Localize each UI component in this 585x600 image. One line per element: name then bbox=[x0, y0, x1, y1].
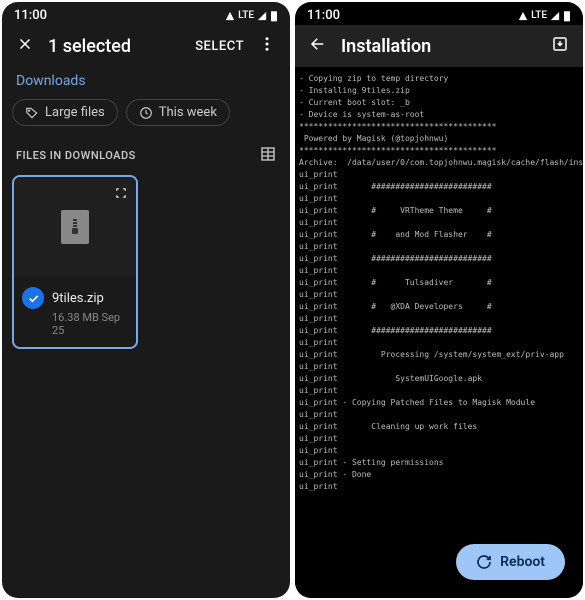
clock: 11:00 bbox=[307, 8, 340, 23]
file-picker-screen: 11:00 LTE 1 selected SELECT Downloads La… bbox=[2, 2, 290, 598]
filter-chips: Large files This week bbox=[2, 99, 290, 140]
file-info-row: 9tiles.zip bbox=[14, 277, 136, 309]
more-icon[interactable] bbox=[258, 35, 276, 57]
refresh-icon bbox=[476, 554, 492, 570]
file-thumbnail bbox=[14, 177, 136, 277]
selected-check-icon[interactable] bbox=[22, 287, 44, 309]
view-toggle-icon[interactable] bbox=[260, 146, 276, 165]
select-button[interactable]: SELECT bbox=[195, 39, 244, 54]
file-grid: 9tiles.zip 16.38 MB Sep 25 bbox=[2, 175, 290, 349]
status-bar: 11:00 LTE bbox=[295, 2, 583, 25]
selection-toolbar: 1 selected SELECT bbox=[2, 25, 290, 67]
breadcrumb[interactable]: Downloads bbox=[2, 67, 290, 99]
close-icon[interactable] bbox=[16, 35, 34, 57]
back-icon[interactable] bbox=[309, 35, 327, 57]
selection-title: 1 selected bbox=[48, 36, 181, 57]
tag-icon bbox=[25, 106, 39, 120]
reboot-button[interactable]: Reboot bbox=[456, 544, 565, 580]
status-icons: LTE bbox=[225, 10, 278, 22]
chip-large-files[interactable]: Large files bbox=[12, 99, 118, 126]
status-bar: 11:00 LTE bbox=[2, 2, 290, 25]
console-output: - Copying zip to temp directory - Instal… bbox=[295, 67, 583, 598]
save-log-icon[interactable] bbox=[551, 35, 569, 57]
install-toolbar: Installation bbox=[295, 25, 583, 67]
file-name: 9tiles.zip bbox=[52, 291, 104, 306]
zip-icon bbox=[61, 210, 89, 244]
clock: 11:00 bbox=[14, 8, 47, 23]
installation-screen: 11:00 LTE Installation - Copying zip to … bbox=[295, 2, 583, 598]
chip-this-week[interactable]: This week bbox=[126, 99, 230, 126]
file-card[interactable]: 9tiles.zip 16.38 MB Sep 25 bbox=[12, 175, 138, 349]
section-header: FILES IN DOWNLOADS bbox=[2, 140, 290, 175]
file-meta: 16.38 MB Sep 25 bbox=[14, 309, 136, 337]
expand-icon[interactable] bbox=[114, 185, 128, 204]
page-title: Installation bbox=[341, 36, 537, 57]
status-icons: LTE bbox=[518, 10, 571, 22]
clock-icon bbox=[139, 106, 153, 120]
